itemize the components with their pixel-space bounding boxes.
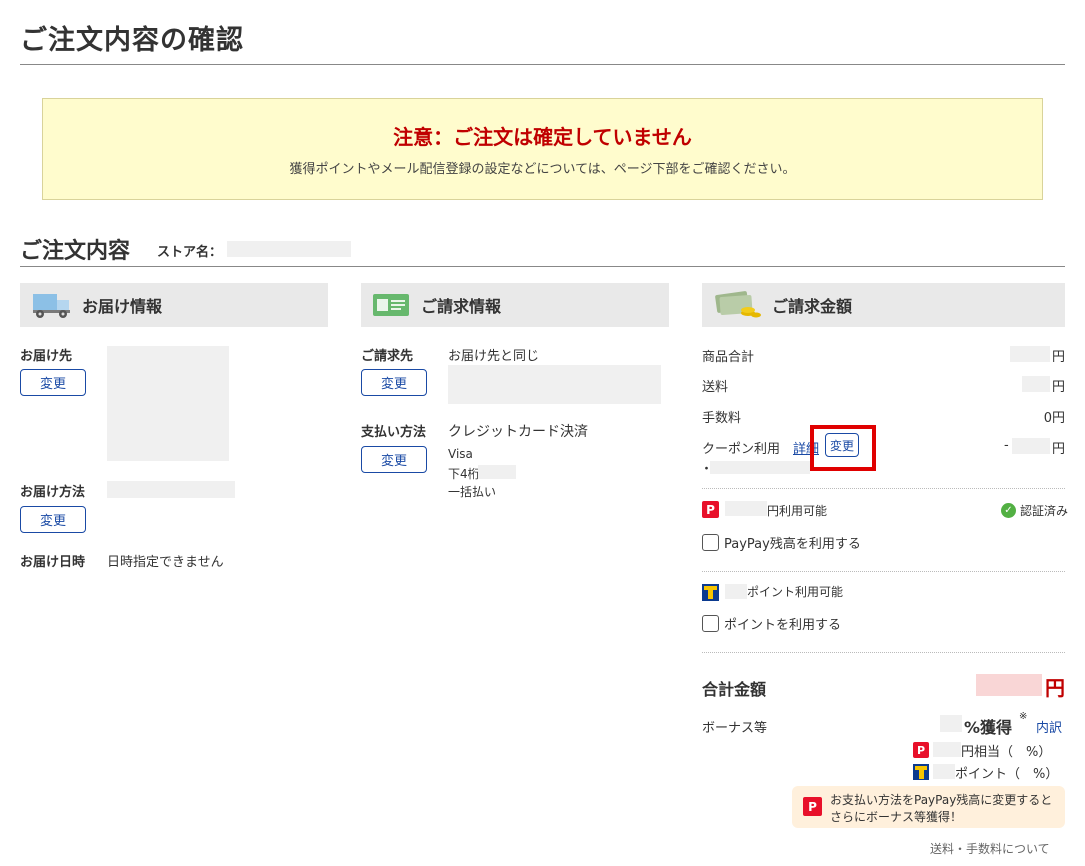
card-last4-label: 下4桁	[448, 467, 480, 481]
point-bonus-redacted	[933, 764, 955, 779]
delivery-header-label: お届け情報	[82, 297, 163, 316]
warning-notice: 注意：ご注文は確定していません 獲得ポイントやメール配信登録の設定などについては…	[42, 98, 1043, 200]
delivery-date-label: お届け日時	[20, 555, 86, 570]
promo-line1: お支払い方法をPayPay残高に変更すると	[830, 793, 1053, 807]
points-available: ポイント利用可能	[747, 585, 844, 599]
billing-addr-label: ご請求先	[361, 349, 414, 364]
shipping-label: 送料	[702, 380, 729, 395]
paypay-bonus-redacted	[933, 742, 961, 757]
section-title: ご注文内容	[20, 239, 131, 264]
verified-label: 認証済み	[1020, 504, 1069, 518]
divider	[702, 571, 1065, 572]
payment-method-label: 支払い方法	[361, 425, 427, 440]
delivery-dest-label: お届け先	[20, 349, 73, 364]
fee-value: 0円	[1043, 411, 1065, 426]
store-label: ストア名：	[157, 245, 223, 260]
card-last4-redacted	[478, 465, 516, 479]
total-amount-redacted	[976, 674, 1042, 696]
billing-address-redacted	[448, 365, 661, 404]
promo-banner[interactable]: P お支払い方法をPayPay残高に変更すると さらにボーナス等獲得！	[792, 786, 1065, 828]
bonus-value: %獲得	[964, 718, 1013, 737]
check-icon: ✓	[1001, 503, 1016, 518]
fee-label: 手数料	[702, 411, 742, 426]
promo-line2: さらにボーナス等獲得！	[830, 810, 963, 824]
delivery-method-label: お届け方法	[20, 485, 86, 500]
paypay-balance-redacted	[725, 501, 767, 516]
coupon-label: クーポン利用	[702, 442, 781, 457]
points-balance-redacted	[725, 584, 747, 599]
payment-method-value: クレジットカード決済	[448, 424, 588, 440]
paypay-bonus: 円相当（ %）	[961, 745, 1052, 760]
payment-method-change-button[interactable]: 変更	[361, 446, 427, 473]
tpoint-icon	[702, 584, 719, 601]
notice-text: 獲得ポイントやメール配信登録の設定などについては、ページ下部をご確認ください。	[289, 162, 796, 177]
installment-value: 一括払い	[448, 485, 497, 499]
billing-addr-value: お届け先と同じ	[448, 349, 540, 364]
billing-header-label: ご請求情報	[421, 297, 502, 316]
truck-icon	[33, 294, 70, 318]
subtotal-label: 商品合計	[702, 350, 755, 365]
divider	[702, 488, 1065, 489]
delivery-header: お届け情報	[20, 283, 328, 327]
bonus-note-mark: ※	[1019, 711, 1028, 722]
money-icon	[715, 291, 761, 318]
delivery-dest-change-button[interactable]: 変更	[20, 369, 86, 396]
notice-title: 注意：ご注文は確定していません	[393, 125, 692, 149]
billing-header: ご請求情報	[361, 283, 669, 327]
bonus-percent-redacted	[940, 715, 962, 732]
point-bonus: ポイント（ %）	[955, 767, 1059, 782]
breakdown-link[interactable]: 内訳	[1036, 717, 1062, 736]
coupon-name-redacted	[710, 461, 810, 474]
subtotal-unit: 円	[1051, 350, 1065, 365]
total-unit: 円	[1045, 676, 1065, 700]
shipping-unit: 円	[1051, 380, 1065, 395]
total-label: 合計金額	[702, 680, 767, 699]
amount-header-label: ご請求金額	[772, 297, 853, 316]
coupon-unit: 円	[1051, 442, 1065, 457]
coupon-change-button[interactable]: 変更	[825, 433, 859, 457]
paypay-checkbox-label[interactable]: PayPay残高を利用する	[724, 533, 861, 552]
paypay-checkbox[interactable]	[702, 534, 719, 551]
page-title: ご注文内容の確認	[20, 25, 244, 56]
paypay-available: 円利用可能	[767, 504, 828, 518]
card-brand: Visa	[448, 447, 473, 461]
divider	[702, 652, 1065, 653]
paypay-icon: P	[913, 742, 929, 758]
divider	[20, 266, 1065, 267]
card-icon	[373, 294, 409, 316]
points-checkbox-label[interactable]: ポイントを利用する	[724, 614, 841, 633]
delivery-method-change-button[interactable]: 変更	[20, 506, 86, 533]
tpoint-icon	[913, 764, 929, 780]
divider	[20, 64, 1065, 65]
delivery-address-redacted	[107, 346, 229, 461]
paypay-icon: P	[702, 501, 719, 518]
bonus-label: ボーナス等	[702, 721, 768, 736]
coupon-minus: -	[1004, 438, 1009, 453]
store-name-redacted	[227, 241, 351, 257]
delivery-method-redacted	[107, 481, 235, 498]
amount-header: ご請求金額	[702, 283, 1065, 327]
shipping-fee-info-link[interactable]: 送料・手数料について	[930, 840, 1050, 857]
delivery-date-value: 日時指定できません	[107, 555, 224, 570]
points-checkbox[interactable]	[702, 615, 719, 632]
billing-addr-change-button[interactable]: 変更	[361, 369, 427, 396]
paypay-icon: P	[803, 797, 822, 816]
